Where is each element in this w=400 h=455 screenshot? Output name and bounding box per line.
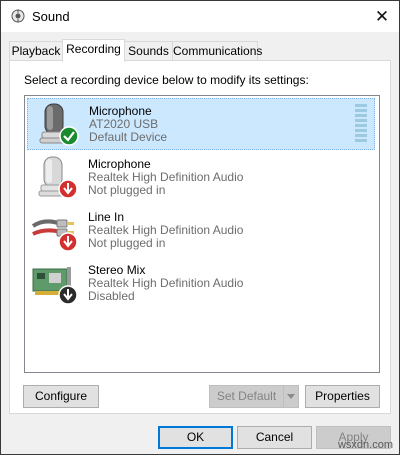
device-item-stereo-mix[interactable]: Stereo Mix Realtek High Definition Audio… — [27, 258, 375, 310]
device-item-microphone-realtek[interactable]: Microphone Realtek High Definition Audio… — [27, 152, 375, 204]
recording-panel: Select a recording device below to modif… — [9, 60, 391, 414]
chevron-down-icon — [287, 394, 295, 399]
device-status: Not plugged in — [88, 183, 166, 197]
tab-communications[interactable]: Communications — [172, 41, 262, 61]
close-icon: ✕ — [374, 7, 390, 26]
configure-button[interactable]: Configure — [23, 385, 99, 408]
device-hardware: Realtek High Definition Audio — [88, 223, 244, 237]
sound-dialog: Sound ✕ Playback Recording Sounds Commun… — [0, 0, 400, 455]
tab-sounds[interactable]: Sounds — [124, 41, 173, 61]
device-name: Line In — [88, 210, 125, 224]
device-hardware: AT2020 USB — [89, 117, 159, 131]
device-status: Default Device — [89, 130, 168, 144]
device-status: Not plugged in — [88, 236, 166, 250]
check-badge-icon — [59, 126, 79, 146]
tab-playback[interactable]: Playback — [9, 41, 63, 61]
device-name: Microphone — [88, 157, 151, 171]
level-meter — [355, 104, 367, 142]
device-item-line-in[interactable]: Line In Realtek High Definition Audio No… — [27, 205, 375, 257]
cancel-button[interactable]: Cancel — [237, 426, 312, 449]
set-default-button[interactable]: Set Default — [209, 385, 284, 408]
device-list[interactable]: Microphone AT2020 USB Default Device Mic… — [24, 95, 380, 373]
instruction-text: Select a recording device below to modif… — [24, 73, 309, 87]
device-name: Stereo Mix — [88, 263, 146, 277]
device-hardware: Realtek High Definition Audio — [88, 276, 244, 290]
device-hardware: Realtek High Definition Audio — [88, 170, 244, 184]
set-default-dropdown-button[interactable] — [283, 385, 299, 408]
window-title: Sound — [32, 9, 70, 24]
close-button[interactable]: ✕ — [365, 1, 399, 32]
watermark-text: wsxdn.com — [337, 439, 393, 451]
device-status: Disabled — [88, 289, 135, 303]
disabled-badge-icon — [58, 285, 78, 305]
device-item-microphone-at2020[interactable]: Microphone AT2020 USB Default Device — [27, 98, 375, 150]
title-bar[interactable]: Sound ✕ — [1, 1, 399, 32]
properties-button[interactable]: Properties — [305, 385, 380, 408]
tab-recording[interactable]: Recording — [62, 39, 125, 62]
ok-button[interactable]: OK — [158, 426, 233, 449]
unplugged-badge-icon — [58, 179, 78, 199]
device-name: Microphone — [89, 104, 152, 118]
unplugged-badge-icon — [58, 232, 78, 252]
speaker-icon — [11, 9, 25, 23]
